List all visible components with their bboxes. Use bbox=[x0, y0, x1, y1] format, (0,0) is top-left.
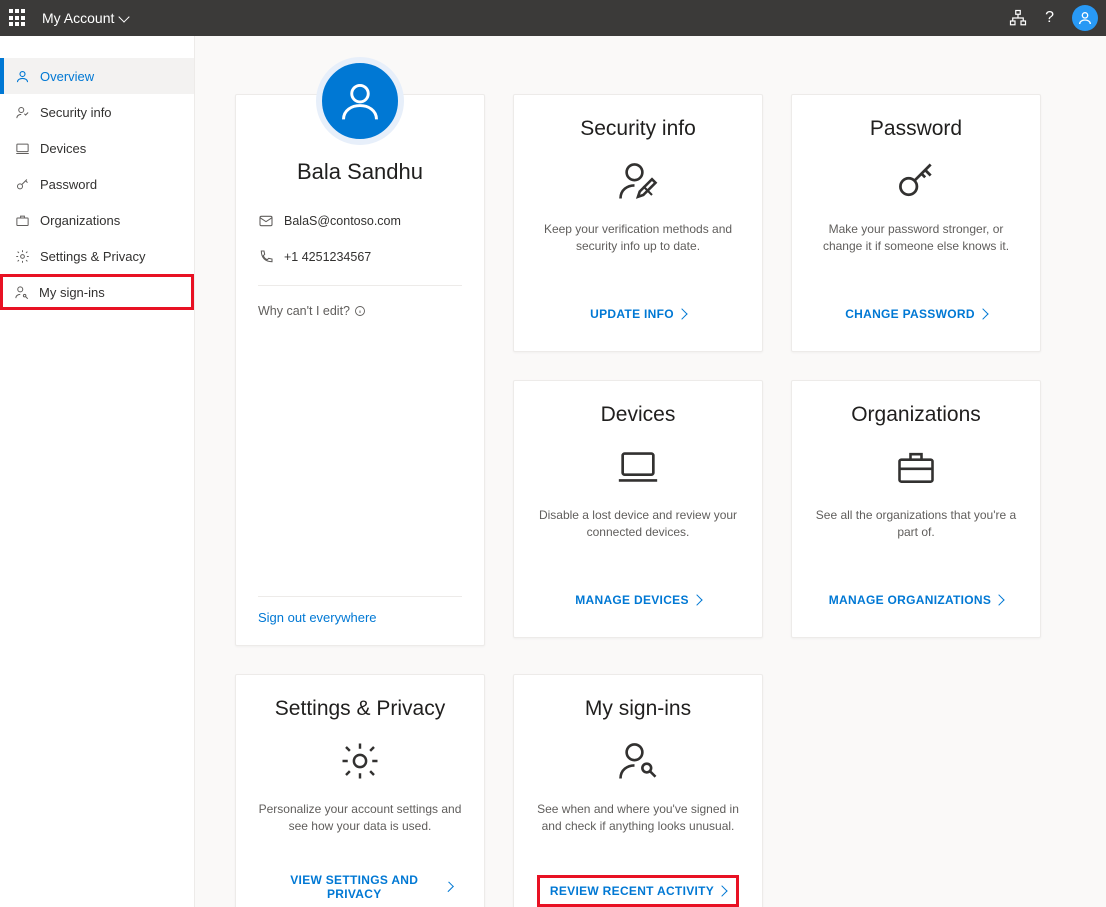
sidebar-item-label: Settings & Privacy bbox=[40, 249, 146, 264]
sidebar-item-label: My sign-ins bbox=[39, 285, 105, 300]
card-description: Disable a lost device and review your co… bbox=[536, 507, 740, 587]
gear-icon bbox=[339, 737, 381, 785]
chevron-right-icon bbox=[691, 594, 702, 605]
change-password-button[interactable]: CHANGE PASSWORD bbox=[835, 301, 997, 327]
sidebar-item-overview[interactable]: Overview bbox=[0, 58, 194, 94]
sidebar-item-devices[interactable]: Devices bbox=[0, 130, 194, 166]
profile-card: Bala Sandhu BalaS@contoso.com +1 4251234… bbox=[235, 94, 485, 646]
devices-card: Devices Disable a lost device and review… bbox=[513, 380, 763, 638]
sidebar-item-label: Password bbox=[40, 177, 97, 192]
person-icon bbox=[14, 68, 30, 84]
sidebar-item-my-sign-ins[interactable]: My sign-ins bbox=[0, 274, 194, 310]
sidebar-item-organizations[interactable]: Organizations bbox=[0, 202, 194, 238]
review-recent-activity-button[interactable]: REVIEW RECENT ACTIVITY bbox=[537, 875, 739, 907]
card-title: Organizations bbox=[851, 403, 981, 427]
profile-email: BalaS@contoso.com bbox=[284, 214, 401, 228]
app-title-dropdown[interactable]: My Account bbox=[42, 10, 128, 26]
sign-out-everywhere-link[interactable]: Sign out everywhere bbox=[258, 610, 377, 625]
organizations-card: Organizations See all the organizations … bbox=[791, 380, 1041, 638]
sidebar-item-security-info[interactable]: Security info bbox=[0, 94, 194, 130]
sidebar-item-label: Devices bbox=[40, 141, 86, 156]
card-description: Keep your verification methods and secur… bbox=[536, 221, 740, 301]
divider bbox=[258, 285, 462, 286]
my-signins-card: My sign-ins See when and where you've si… bbox=[513, 674, 763, 907]
gear-icon bbox=[14, 248, 30, 264]
signins-icon bbox=[617, 737, 659, 785]
manage-organizations-button[interactable]: MANAGE ORGANIZATIONS bbox=[819, 587, 1013, 613]
profile-phone: +1 4251234567 bbox=[284, 250, 371, 264]
sidebar-item-label: Organizations bbox=[40, 213, 120, 228]
help-icon[interactable]: ? bbox=[1045, 9, 1054, 27]
chevron-right-icon bbox=[676, 308, 687, 319]
devices-icon bbox=[14, 140, 30, 156]
card-description: See when and where you've signed in and … bbox=[536, 801, 740, 875]
profile-name: Bala Sandhu bbox=[258, 159, 462, 185]
key-icon bbox=[14, 176, 30, 192]
security-info-card: Security info Keep your verification met… bbox=[513, 94, 763, 352]
card-title: My sign-ins bbox=[585, 697, 691, 721]
phone-icon bbox=[258, 249, 274, 265]
chevron-down-icon bbox=[119, 11, 130, 22]
app-launcher-icon[interactable] bbox=[8, 8, 28, 28]
password-card: Password Make your password stronger, or… bbox=[791, 94, 1041, 352]
briefcase-icon bbox=[894, 443, 938, 491]
security-info-icon bbox=[14, 104, 30, 120]
security-info-icon bbox=[617, 157, 659, 205]
briefcase-icon bbox=[14, 212, 30, 228]
settings-privacy-card: Settings & Privacy Personalize your acco… bbox=[235, 674, 485, 907]
manage-devices-button[interactable]: MANAGE DEVICES bbox=[565, 587, 711, 613]
card-title: Settings & Privacy bbox=[275, 697, 445, 721]
main-content: Bala Sandhu BalaS@contoso.com +1 4251234… bbox=[195, 36, 1106, 907]
mail-icon bbox=[258, 213, 274, 229]
card-description: Personalize your account settings and se… bbox=[258, 801, 462, 867]
laptop-icon bbox=[615, 443, 661, 491]
profile-phone-row: +1 4251234567 bbox=[258, 249, 462, 265]
card-description: Make your password stronger, or change i… bbox=[814, 221, 1018, 301]
sidebar: Overview Security info Devices Password … bbox=[0, 36, 195, 907]
sidebar-item-label: Security info bbox=[40, 105, 112, 120]
sidebar-item-password[interactable]: Password bbox=[0, 166, 194, 202]
card-title: Password bbox=[870, 117, 962, 141]
signins-icon bbox=[13, 284, 29, 300]
view-settings-privacy-button[interactable]: VIEW SETTINGS AND PRIVACY bbox=[258, 867, 462, 907]
header: My Account ? bbox=[0, 0, 1106, 36]
divider bbox=[258, 596, 462, 597]
key-icon bbox=[894, 157, 938, 205]
chevron-right-icon bbox=[977, 308, 988, 319]
chevron-right-icon bbox=[443, 882, 454, 893]
profile-avatar bbox=[316, 57, 404, 145]
card-description: See all the organizations that you're a … bbox=[814, 507, 1018, 587]
why-cant-edit-link[interactable]: Why can't I edit? bbox=[258, 304, 462, 318]
chevron-right-icon bbox=[994, 594, 1005, 605]
profile-email-row: BalaS@contoso.com bbox=[258, 213, 462, 229]
sidebar-item-label: Overview bbox=[40, 69, 94, 84]
org-tree-icon[interactable] bbox=[1009, 9, 1027, 27]
app-title: My Account bbox=[42, 10, 114, 26]
account-avatar-button[interactable] bbox=[1072, 5, 1098, 31]
card-title: Security info bbox=[580, 117, 696, 141]
chevron-right-icon bbox=[716, 885, 727, 896]
update-info-button[interactable]: UPDATE INFO bbox=[580, 301, 696, 327]
info-icon bbox=[354, 305, 366, 317]
sidebar-item-settings-privacy[interactable]: Settings & Privacy bbox=[0, 238, 194, 274]
card-title: Devices bbox=[601, 403, 676, 427]
